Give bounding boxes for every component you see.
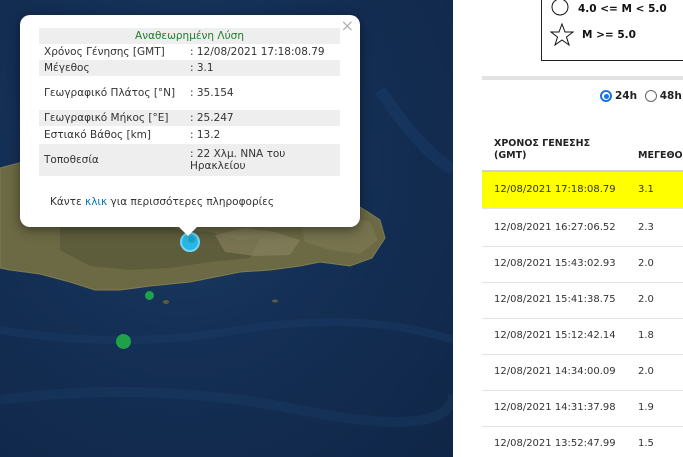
cell-time: 12/08/2021 13:52:47.99	[494, 438, 616, 449]
detail-value: : 13.2	[190, 129, 221, 141]
cell-magnitude: 2.0	[638, 366, 654, 377]
legend-label: 4.0 <= M < 5.0	[578, 3, 667, 15]
detail-label: Γεωγραφικό Μήκος [°E]	[39, 110, 185, 126]
popup-title: Αναθεωρημένη Λύση	[39, 28, 340, 44]
divider	[482, 76, 683, 80]
cell-time: 12/08/2021 14:31:37.98	[494, 402, 616, 413]
earthquake-marker[interactable]	[145, 291, 154, 300]
cell-time: 12/08/2021 15:43:02.93	[494, 258, 616, 269]
islet-1	[163, 300, 169, 304]
cell-time: 12/08/2021 17:18:08.79	[494, 184, 616, 195]
star-icon	[550, 23, 574, 47]
radio-selected-icon[interactable]	[600, 90, 612, 102]
detail-value: : 25.247	[185, 110, 340, 126]
detail-label: Εστιακό Βάθος [km]	[44, 129, 152, 141]
cell-magnitude: 2.3	[638, 222, 654, 233]
legend-label: M >= 5.0	[582, 29, 636, 41]
cell-magnitude: 2.0	[638, 258, 654, 269]
cell-time: 12/08/2021 16:27:06.52	[494, 222, 616, 233]
cell-magnitude: 1.9	[638, 402, 654, 413]
table-row[interactable]: 12/08/2021 15:41:38.75 2.0	[482, 282, 683, 319]
detail-label: Γεωγραφικό Πλάτος [°N]	[44, 87, 176, 99]
detail-value: : 35.154	[190, 87, 234, 99]
table-row[interactable]: 12/08/2021 14:34:00.09 2.0	[482, 354, 683, 391]
detail-label: Μέγεθος	[39, 60, 185, 76]
magnitude-legend: 4.0 <= M < 5.0 M >= 5.0	[541, 0, 683, 61]
filter-24h[interactable]: 24h	[600, 90, 637, 102]
detail-label: Τοποθεσία	[39, 144, 185, 176]
cell-time: 12/08/2021 14:34:00.09	[494, 366, 616, 377]
close-icon[interactable]: ×	[341, 17, 354, 35]
table-row[interactable]: 12/08/2021 15:12:42.14 1.8	[482, 318, 683, 355]
detail-value: : 12/08/2021 17:18:08.79	[190, 46, 325, 58]
table-row[interactable]: 12/08/2021 16:27:06.52 2.3	[482, 210, 683, 247]
table-row[interactable]: 12/08/2021 13:52:47.99 1.5	[482, 426, 683, 457]
cell-magnitude: 1.5	[638, 438, 654, 449]
filter-48h[interactable]: 48h	[644, 90, 682, 102]
popup-pointer	[177, 225, 199, 236]
radio-icon[interactable]	[644, 90, 657, 102]
earthquake-marker[interactable]	[116, 334, 131, 349]
detail-value: : 22 Χλμ. ΝΝΑ του Ηρακλείου	[185, 144, 340, 176]
circle-icon	[551, 0, 569, 16]
table-row[interactable]: 12/08/2021 14:31:37.98 1.9	[482, 390, 683, 427]
table-row[interactable]: 12/08/2021 17:18:08.79 3.1	[482, 172, 683, 209]
earthquake-info-popup: × Αναθεωρημένη Λύση Χρόνος Γένησης [GMT]…	[20, 15, 360, 227]
column-header-magnitude[interactable]: ΜΕΓΕΘΟΣ	[638, 150, 683, 161]
detail-value: : 3.1	[185, 60, 340, 76]
earthquake-list-panel: 4.0 <= M < 5.0 M >= 5.0 24h 48h 48 ΧΡΟΝΟ…	[453, 0, 683, 457]
islet-2	[272, 299, 278, 303]
earthquake-details-table: Αναθεωρημένη Λύση Χρόνος Γένησης [GMT] : …	[39, 28, 340, 176]
more-info-link[interactable]: κλικ	[85, 196, 107, 208]
cell-time: 12/08/2021 15:41:38.75	[494, 294, 616, 305]
column-header-time[interactable]: ΧΡΟΝΟΣ ΓΕΝΕΣΗΣ (GMT)	[494, 138, 590, 162]
table-row[interactable]: 12/08/2021 15:43:02.93 2.0	[482, 246, 683, 283]
cell-magnitude: 1.8	[638, 330, 654, 341]
earthquake-marker-small[interactable]	[188, 236, 195, 243]
detail-label: Χρόνος Γένησης [GMT]	[44, 46, 165, 58]
table-header: ΧΡΟΝΟΣ ΓΕΝΕΣΗΣ (GMT) ΜΕΓΕΘΟΣ	[482, 126, 683, 172]
cell-magnitude: 3.1	[638, 184, 654, 195]
time-range-filter: 24h 48h 48	[600, 90, 683, 102]
cell-time: 12/08/2021 15:12:42.14	[494, 330, 616, 341]
cell-magnitude: 2.0	[638, 294, 654, 305]
more-info-text: Κάντε κλικ για περισσότερες πληροφορίες	[50, 196, 275, 208]
